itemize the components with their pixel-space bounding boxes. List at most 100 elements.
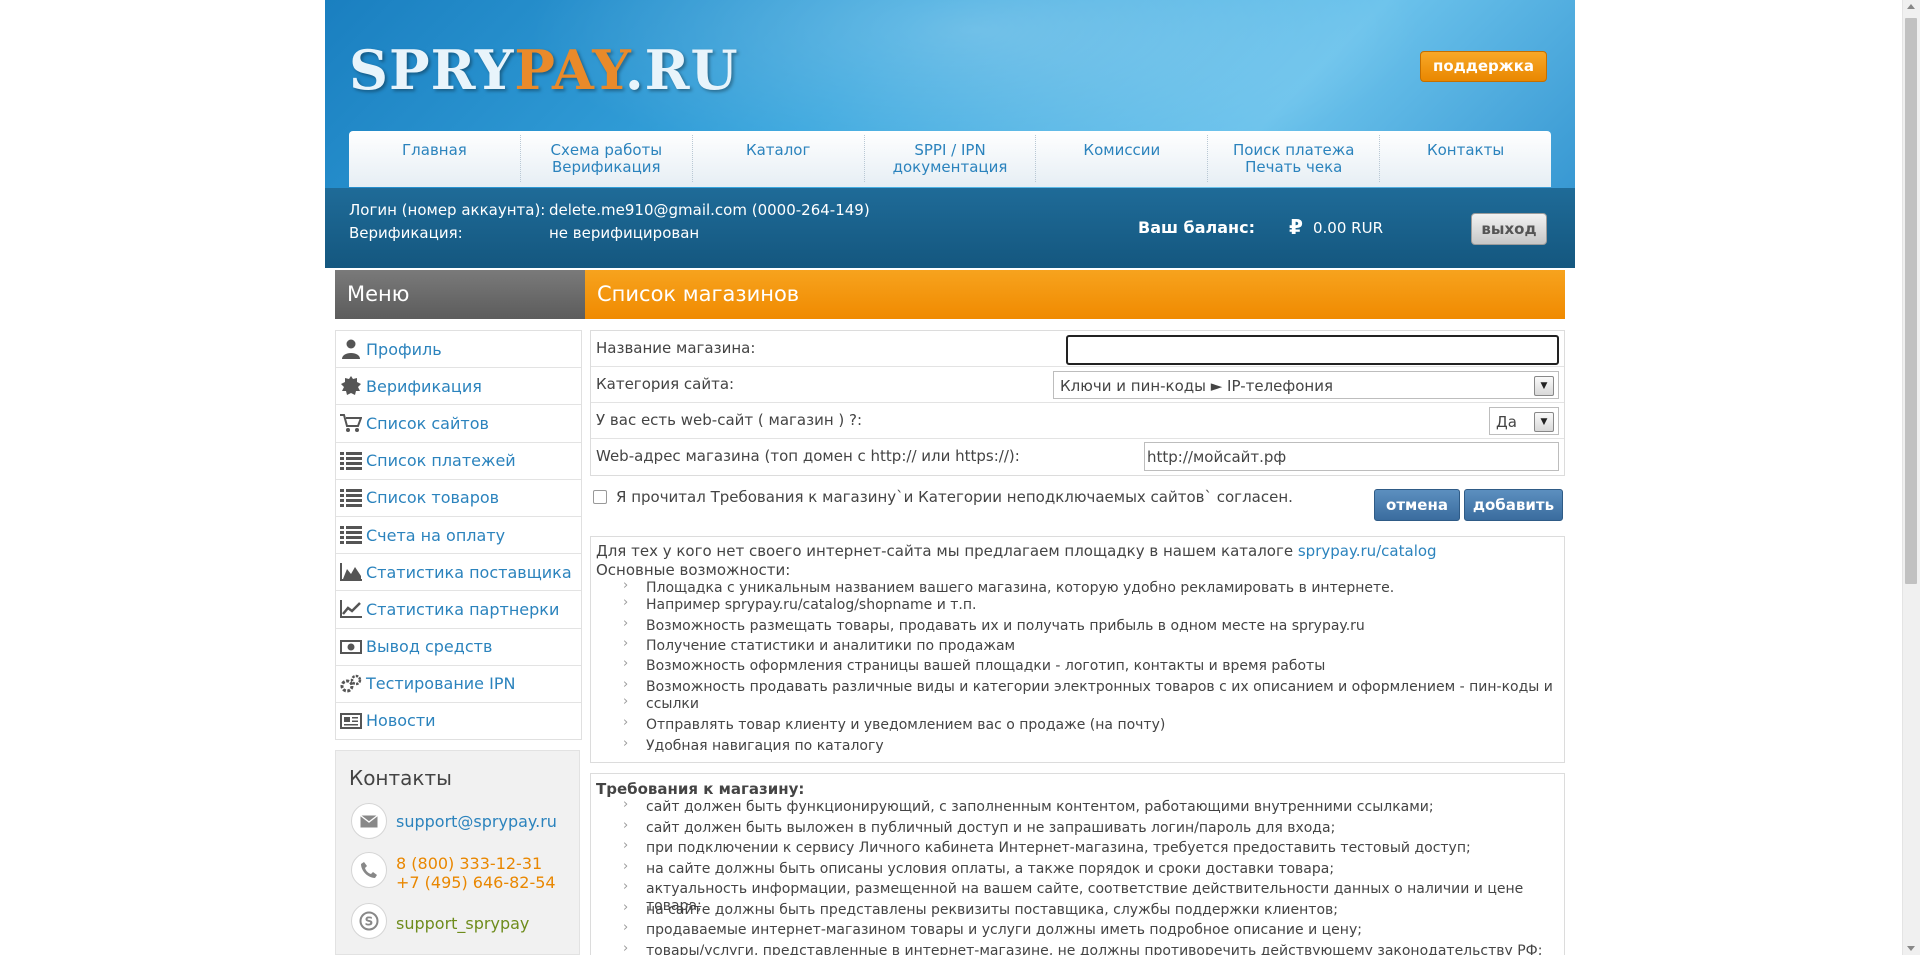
add-button[interactable]: добавить: [1464, 489, 1563, 521]
sidebar-item-products[interactable]: Список товаров: [336, 480, 581, 517]
list-item: Например sprypay.ru/catalog/shopname и т…: [623, 594, 977, 614]
site-header: SPRYPAY.RU поддержка Главная Схема работ…: [325, 0, 1575, 268]
list-item: на сайте должны быть представлены реквиз…: [623, 899, 1338, 919]
agree-text: Я прочитал Требования к магазину`и Катег…: [616, 488, 1293, 506]
list-item: Возможность продавать различные виды и к…: [623, 676, 1553, 696]
form-row-url: Web-адрес магазина (топ домен с http:// …: [591, 439, 1564, 474]
list-item: Возможность оформления страницы вашей пл…: [623, 655, 1325, 675]
scroll-thumb[interactable]: [1905, 18, 1917, 584]
mail-icon: [351, 803, 387, 839]
balance-label: Ваш баланс:: [1138, 218, 1255, 237]
sidebar-item-supplier-stats[interactable]: Статистика поставщика: [336, 554, 581, 592]
verification-label: Верификация:: [349, 224, 463, 242]
support-button[interactable]: поддержка: [1419, 51, 1547, 82]
nav-item-home[interactable]: Главная: [349, 135, 521, 182]
list-item: товары/услуги, представленные в интернет…: [623, 940, 1542, 955]
list-item: сайт должен быть выложен в публичный дос…: [623, 817, 1335, 837]
list-item: Удобная навигация по каталогу: [623, 735, 884, 755]
list-item: при подключении к сервису Личного кабине…: [623, 837, 1471, 857]
account-bar: Логин (номер аккаунта): delete.me910@gma…: [325, 188, 1575, 268]
has-site-select[interactable]: Да ▼: [1489, 407, 1559, 435]
form-row-has-site: У вас есть web-сайт ( магазин ) ?: Да ▼: [591, 403, 1564, 439]
support-email-link[interactable]: support@sprypay.ru: [396, 812, 557, 831]
verification-value: не верифицирован: [549, 224, 700, 242]
sprypay-logo[interactable]: SPRYPAY.RU: [349, 40, 739, 100]
nav-item-contacts[interactable]: Контакты: [1380, 135, 1551, 182]
shop-form: Название магазина: Категория сайта: Ключ…: [590, 330, 1565, 476]
area-chart-icon: [340, 561, 362, 583]
list-item: ссылки: [623, 693, 699, 713]
sidebar-item-verification[interactable]: Верификация: [336, 368, 581, 406]
nav-item-commissions[interactable]: Комиссии: [1036, 135, 1209, 182]
agree-checkbox[interactable]: [593, 490, 607, 504]
shop-name-label: Название магазина:: [596, 339, 756, 357]
list-icon: [340, 450, 362, 472]
catalog-info-box: Для тех у кого нет своего интернет-сайта…: [590, 536, 1565, 763]
sidebar-item-withdraw[interactable]: Вывод средств: [336, 629, 581, 666]
list-item: сайт должен быть функционирующий, с запо…: [623, 796, 1434, 816]
requirements-box: Требования к магазину: сайт должен быть …: [590, 773, 1565, 955]
nav-item-payment-search[interactable]: Поиск платежа Печать чека: [1208, 135, 1381, 182]
page: SPRYPAY.RU поддержка Главная Схема работ…: [325, 0, 1575, 955]
login-label: Логин (номер аккаунта):: [349, 201, 546, 219]
balance-value: 0.00 RUR: [1313, 219, 1383, 237]
page-title: Список магазинов: [585, 270, 1565, 319]
sidebar-item-news[interactable]: Новости: [336, 703, 581, 739]
phone-icon: [351, 852, 387, 888]
list-item: Площадка с уникальным названием вашего м…: [623, 577, 1394, 597]
sidebar-item-ipn-test[interactable]: Тестирование IPN: [336, 666, 581, 703]
scroll-up-icon[interactable]: [1907, 4, 1915, 9]
cart-icon: [340, 412, 362, 434]
contacts-title: Контакты: [349, 766, 452, 790]
shop-name-input[interactable]: [1066, 335, 1559, 365]
list-icon: [340, 524, 362, 546]
sidebar-menu: Профиль Верификация Список сайтов Список…: [335, 330, 582, 740]
page-scrollbar[interactable]: [1902, 0, 1920, 955]
category-label: Категория сайта:: [596, 375, 735, 393]
ruble-icon: ₽: [1289, 215, 1303, 239]
catalog-intro: Для тех у кого нет своего интернет-сайта…: [596, 542, 1437, 560]
verification-seal-icon: [340, 375, 362, 397]
category-select[interactable]: Ключи и пин-коды ► IP-телефония ▼: [1053, 371, 1559, 399]
skype-icon: S: [351, 903, 387, 939]
login-value: delete.me910@gmail.com (0000-264-149): [549, 201, 870, 219]
form-row-name: Название магазина:: [591, 331, 1564, 367]
chevron-down-icon[interactable]: ▼: [1534, 412, 1554, 432]
phone-2: +7 (495) 646-82-54: [396, 873, 556, 892]
url-input[interactable]: http://мойсайт.рф: [1144, 442, 1559, 471]
list-item: Получение статистики и аналитики по прод…: [623, 635, 1015, 655]
list-item: Возможность размещать товары, продавать …: [623, 615, 1365, 635]
main-nav: Главная Схема работы Верификация Каталог …: [349, 131, 1551, 187]
form-row-category: Категория сайта: Ключи и пин-коды ► IP-т…: [591, 367, 1564, 403]
svg-text:S: S: [365, 915, 374, 929]
sidebar-item-profile[interactable]: Профиль: [336, 331, 581, 369]
exit-button[interactable]: выход: [1471, 213, 1547, 245]
phone-1: 8 (800) 333-12-31: [396, 854, 543, 873]
catalog-link[interactable]: sprypay.ru/catalog: [1298, 542, 1437, 560]
scroll-down-icon[interactable]: [1907, 946, 1915, 951]
line-chart-icon: [340, 598, 362, 620]
nav-item-scheme[interactable]: Схема работы Верификация: [521, 135, 693, 182]
list-item: продаваемые интернет-магазином товары и …: [623, 919, 1362, 939]
sidebar-item-invoices[interactable]: Счета на оплату: [336, 517, 581, 555]
gears-icon: [340, 673, 362, 695]
has-site-label: У вас есть web-сайт ( магазин ) ?:: [596, 411, 863, 429]
newspaper-icon: [340, 710, 362, 732]
sidebar-item-payments[interactable]: Список платежей: [336, 443, 581, 480]
contacts-panel: Контакты support@sprypay.ru 8 (800) 333-…: [335, 750, 580, 955]
url-label: Web-адрес магазина (топ домен с http:// …: [596, 447, 1020, 465]
user-icon: [340, 338, 362, 360]
agree-row: Я прочитал Требования к магазину`и Катег…: [593, 488, 1293, 506]
nav-item-sppi-ipn[interactable]: SPPI / IPN документация: [865, 135, 1037, 182]
list-item: Отправлять товар клиенту и уведомлением …: [623, 714, 1165, 734]
list-icon: [340, 487, 362, 509]
banknote-icon: [340, 636, 362, 658]
cancel-button[interactable]: отмена: [1374, 489, 1460, 521]
sidebar-item-sites[interactable]: Список сайтов: [336, 405, 581, 443]
sidebar-item-partner-stats[interactable]: Статистика партнерки: [336, 591, 581, 629]
nav-item-catalog[interactable]: Каталог: [693, 135, 865, 182]
list-item: на сайте должны быть описаны условия опл…: [623, 858, 1334, 878]
menu-title: Меню: [335, 270, 585, 319]
chevron-down-icon[interactable]: ▼: [1534, 376, 1554, 396]
skype-contact[interactable]: support_sprypay: [396, 914, 529, 933]
